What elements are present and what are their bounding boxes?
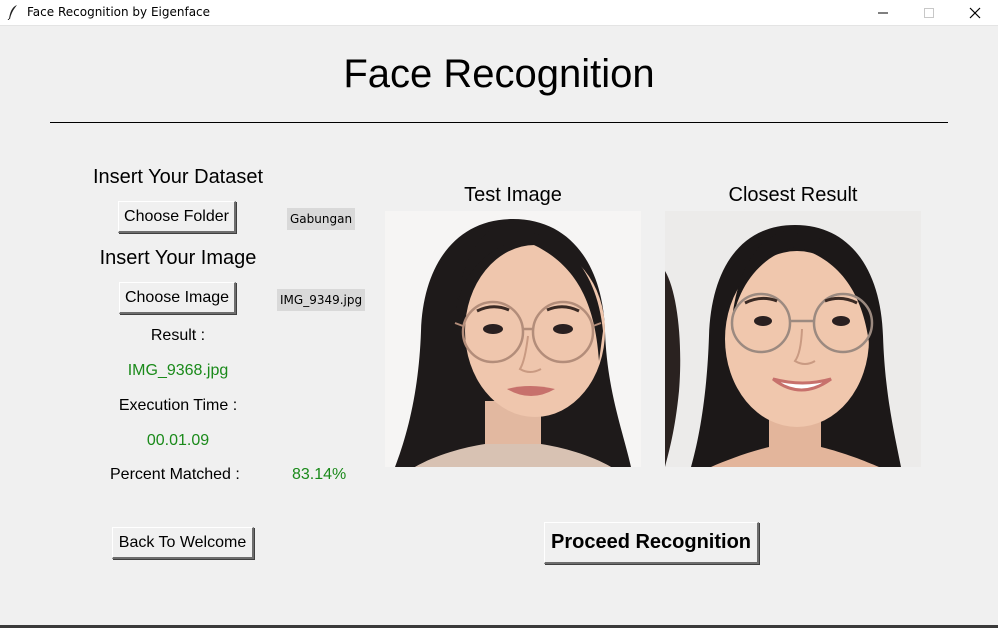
execution-time-value: 00.01.09 (146, 432, 210, 449)
image-selected: IMG_9349.jpg (277, 289, 366, 311)
divider (50, 122, 948, 123)
choose-folder-button[interactable]: Choose Folder (118, 201, 236, 233)
maximize-icon (924, 7, 934, 18)
window-title: Face Recognition by Eigenface (27, 5, 211, 19)
image-label: Insert Your Image (99, 247, 257, 269)
close-button[interactable] (952, 0, 998, 25)
maximize-button[interactable] (906, 0, 952, 25)
test-image-title: Test Image (464, 184, 562, 206)
choose-image-button[interactable]: Choose Image (119, 282, 236, 314)
title-bar: Face Recognition by Eigenface (0, 0, 998, 26)
result-value: IMG_9368.jpg (127, 362, 229, 379)
minimize-icon (878, 12, 888, 13)
feather-icon (7, 4, 19, 21)
execution-time-label: Execution Time : (118, 397, 238, 414)
dataset-label: Insert Your Dataset (92, 166, 264, 188)
percent-matched-value: 83.14% (292, 466, 347, 483)
minimize-button[interactable] (860, 0, 906, 25)
result-label: Result : (150, 327, 206, 344)
close-icon (969, 7, 981, 18)
closest-result-image (665, 211, 921, 467)
proceed-recognition-button[interactable]: Proceed Recognition (544, 522, 759, 564)
test-image (385, 211, 641, 467)
page-title: Face Recognition (343, 52, 655, 96)
dataset-selected: Gabungan (287, 208, 356, 230)
back-to-welcome-button[interactable]: Back To Welcome (112, 527, 254, 559)
percent-matched-label: Percent Matched : (110, 466, 240, 483)
closest-result-title: Closest Result (728, 184, 858, 206)
